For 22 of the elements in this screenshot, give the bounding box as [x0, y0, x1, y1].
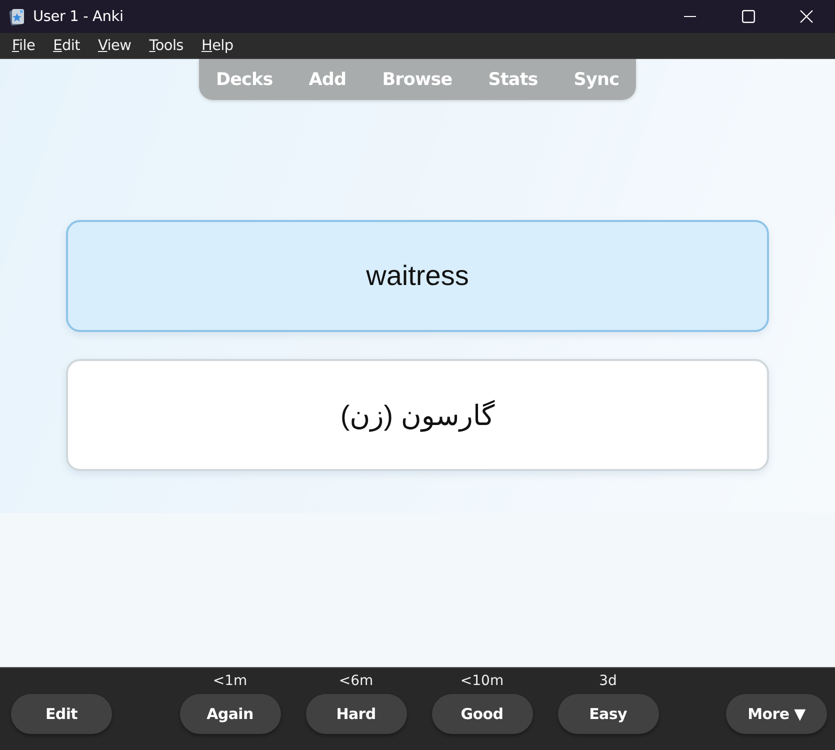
answer-button[interactable]: Again [180, 694, 280, 734]
answer-button[interactable]: Hard [306, 694, 406, 734]
app-icon [9, 8, 25, 26]
more-button[interactable]: More ▼ [726, 694, 827, 734]
menu-item[interactable]: View [94, 38, 136, 54]
menu-item[interactable]: File [8, 38, 40, 54]
question-card: waitress [66, 220, 769, 332]
interval-label: 3d [599, 673, 617, 690]
answer-button[interactable]: Easy [558, 694, 658, 734]
answer-card: گارسون (زن) [66, 359, 769, 471]
interval-label: <1m [212, 673, 248, 690]
minimize-icon [684, 16, 696, 18]
window-title: User 1 - Anki [33, 8, 124, 24]
answer-button[interactable]: Good [432, 694, 532, 734]
menu-item[interactable]: Help [197, 38, 238, 54]
edit-button[interactable]: Edit [11, 694, 112, 734]
maximize-icon [742, 10, 754, 23]
close-icon [800, 10, 812, 23]
interval-label: <10m [460, 673, 504, 690]
menu-item[interactable]: Tools [145, 38, 188, 54]
interval-label: <6m [338, 673, 374, 690]
menu-item[interactable]: Edit [49, 38, 84, 54]
